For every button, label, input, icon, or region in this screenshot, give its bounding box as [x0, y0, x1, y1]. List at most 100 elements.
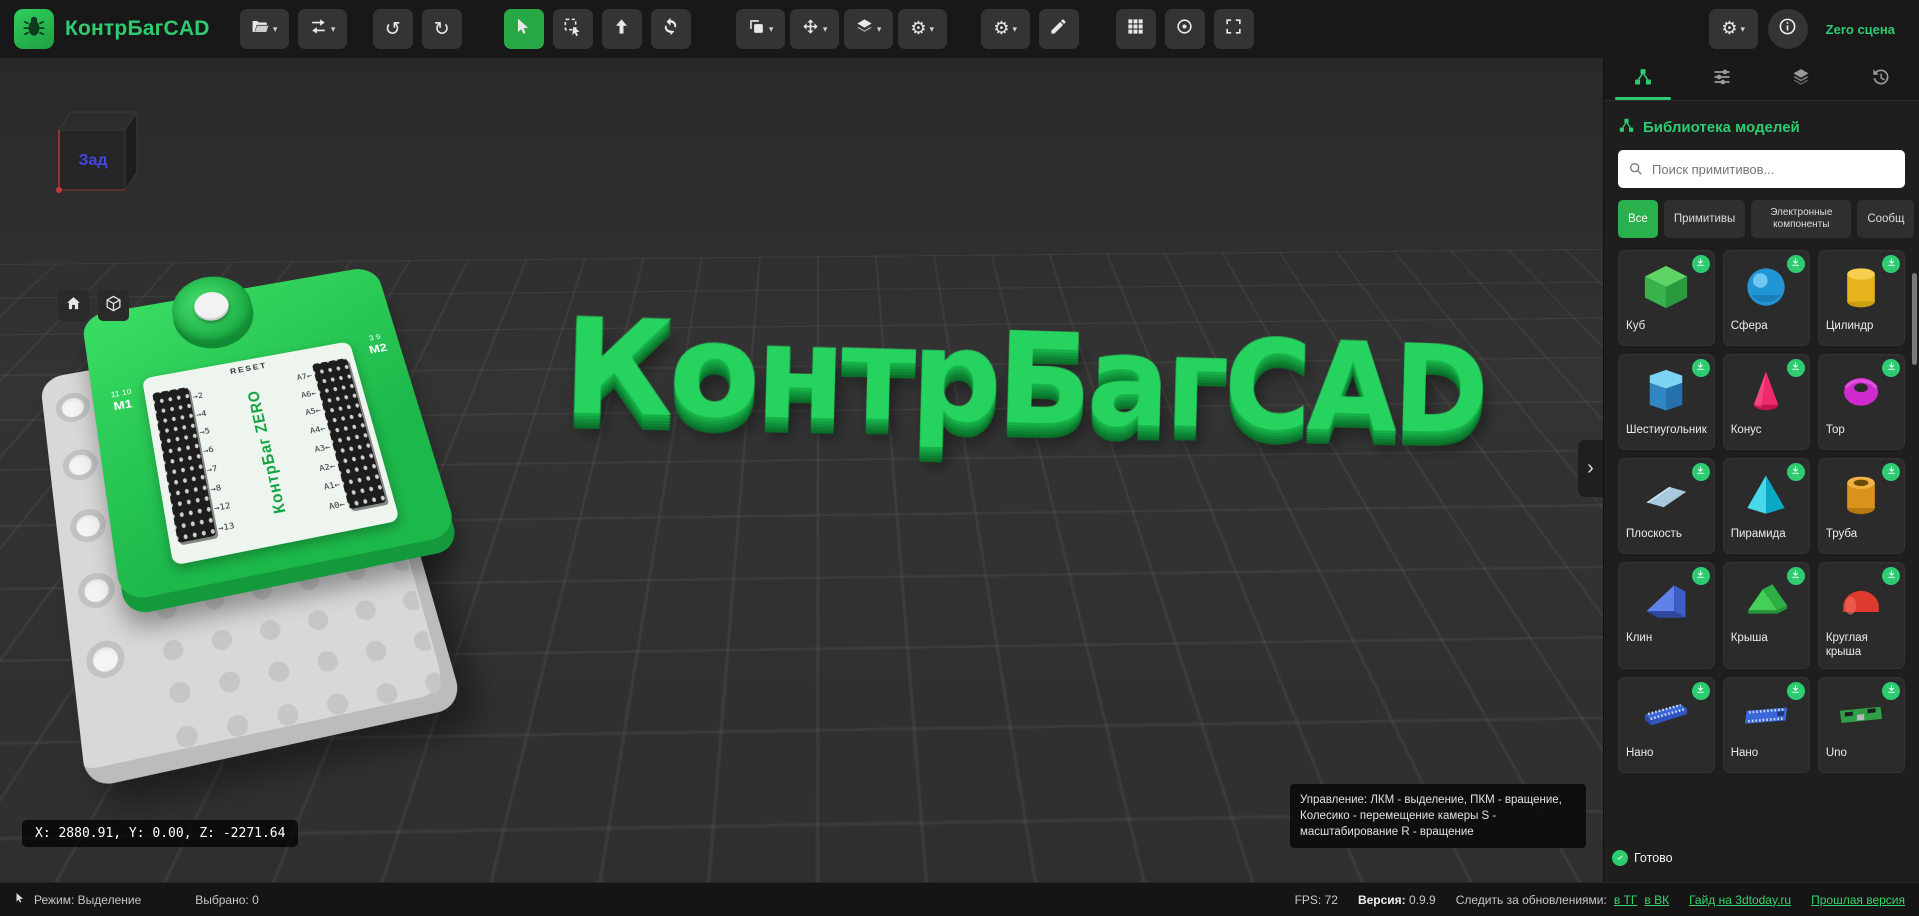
model-card-roof[interactable]: Крыша: [1722, 562, 1810, 669]
navigation-cube[interactable]: Зад: [44, 100, 144, 200]
redo-button[interactable]: ↻: [421, 9, 462, 49]
download-icon: [1695, 255, 1706, 273]
download-badge[interactable]: [1786, 681, 1805, 700]
version-label: Версия:: [1357, 892, 1406, 907]
model-card-cube[interactable]: Куб: [1618, 250, 1715, 346]
vk-link[interactable]: в ВК: [1644, 893, 1669, 907]
filter-electronics[interactable]: Электронные компоненты: [1751, 200, 1852, 238]
raise-tool-button[interactable]: [601, 9, 642, 49]
guide-link[interactable]: Гайд на 3dtoday.ru: [1689, 893, 1791, 907]
download-badge[interactable]: [1691, 359, 1710, 377]
cube-view-button[interactable]: [98, 290, 129, 321]
object-group: ▾ ▾ ▾ ⚙ ▾: [735, 9, 947, 49]
tab-layers[interactable]: [1762, 58, 1841, 100]
model-card-tube[interactable]: Труба: [1817, 458, 1905, 554]
folder-open-icon: [251, 17, 270, 41]
screenshot-button[interactable]: [1213, 9, 1254, 49]
model-card-sphere[interactable]: Сфера: [1722, 250, 1810, 346]
app-title: КонтрБагCAD: [65, 17, 210, 40]
filter-community[interactable]: Сообщ: [1857, 200, 1915, 238]
box-select-tool-button[interactable]: [552, 9, 593, 49]
model-card-cone[interactable]: Конус: [1722, 354, 1810, 450]
model-card-pyramid[interactable]: Пирамида: [1722, 458, 1810, 554]
download-badge[interactable]: [1786, 463, 1805, 481]
arrow-up-icon: [612, 17, 631, 41]
layers-stack-icon: [1791, 67, 1811, 92]
mode-label: Режим: Выделение: [34, 892, 142, 907]
cursor-icon: [514, 17, 533, 41]
download-badge[interactable]: [1786, 567, 1805, 585]
download-badge[interactable]: [1882, 681, 1900, 700]
cube-icon: [105, 295, 122, 317]
undo-button[interactable]: ↺: [372, 9, 413, 49]
bug-icon: [21, 14, 47, 45]
status-right: FPS: 72 Версия: 0.9.9 Следить за обновле…: [1295, 893, 1905, 907]
chevron-down-icon: ▾: [929, 23, 934, 34]
app-settings-button[interactable]: ⚙ ▾: [1708, 9, 1758, 49]
duplicate-icon: [747, 17, 766, 41]
search-box: [1618, 150, 1905, 188]
download-badge[interactable]: [1882, 567, 1900, 585]
duplicate-menu-button[interactable]: ▾: [735, 9, 785, 49]
group-menu-button[interactable]: ▾: [843, 9, 893, 49]
download-badge[interactable]: [1691, 255, 1710, 273]
download-badge[interactable]: [1691, 463, 1710, 481]
model-card-torus[interactable]: Тор: [1817, 354, 1905, 450]
download-badge[interactable]: [1691, 567, 1710, 585]
updates-label: Следить за обновлениями:: [1455, 892, 1607, 907]
download-badge[interactable]: [1882, 463, 1900, 481]
model-card-nano-flat[interactable]: Нано: [1722, 676, 1810, 773]
info-button[interactable]: [1767, 9, 1808, 49]
previous-version-link[interactable]: Прошлая версия: [1811, 893, 1905, 907]
tab-properties[interactable]: [1683, 58, 1762, 100]
import-export-button[interactable]: ▾: [297, 9, 347, 49]
download-badge[interactable]: [1786, 255, 1805, 273]
download-badge[interactable]: [1691, 681, 1710, 700]
open-project-button[interactable]: ▾: [239, 9, 289, 49]
edit-tool-button[interactable]: [1038, 9, 1079, 49]
version-value: 0.9.9: [1409, 892, 1436, 907]
model-card-hexprism[interactable]: Шестиугольник: [1618, 354, 1715, 450]
updates-block: Следить за обновлениями: в ТГ в ВК: [1456, 893, 1669, 907]
library-title: Библиотека моделей: [1643, 119, 1800, 136]
undo-icon: ↺: [384, 17, 401, 40]
home-view-button[interactable]: [58, 290, 89, 321]
download-icon: [1886, 359, 1897, 377]
transform-menu-button[interactable]: ▾: [789, 9, 839, 49]
origin-button[interactable]: [1164, 9, 1205, 49]
nav-cube-face-label[interactable]: Зад: [59, 132, 127, 190]
parts-menu-button[interactable]: ⚙ ▾: [897, 9, 947, 49]
model-card-round-roof[interactable]: Круглая крыша: [1817, 562, 1905, 669]
model-card-wedge[interactable]: Клин: [1618, 562, 1715, 669]
telegram-link[interactable]: в ТГ: [1614, 893, 1638, 907]
settings-menu-button[interactable]: ⚙ ▾: [980, 9, 1030, 49]
model-card-uno[interactable]: Uno: [1817, 676, 1905, 773]
filter-primitives[interactable]: Примитивы: [1663, 200, 1746, 238]
model-card-cylinder[interactable]: Цилиндр: [1817, 250, 1905, 346]
grid-toggle-button[interactable]: [1115, 9, 1156, 49]
mount-hole: [76, 569, 118, 612]
download-badge[interactable]: [1882, 255, 1900, 273]
fps-counter: FPS: 72: [1294, 892, 1338, 907]
model-card-plane[interactable]: Плоскость: [1618, 458, 1715, 554]
view-buttons: [58, 290, 129, 321]
chevron-down-icon: ▾: [876, 23, 882, 34]
download-icon: [1790, 682, 1801, 700]
scene-object-3d-text[interactable]: КонтрБагCAD: [561, 290, 1486, 462]
tab-history[interactable]: [1840, 58, 1919, 100]
tab-model-library[interactable]: [1604, 58, 1683, 100]
rotate-tool-button[interactable]: [650, 9, 691, 49]
viewport-canvas[interactable]: Зад 11 10 M1 3 9 M2 RESET →2 →4 →5 →6 →7…: [0, 58, 1603, 883]
download-badge[interactable]: [1882, 359, 1900, 377]
select-tool-button[interactable]: [503, 9, 544, 49]
model-card-nano[interactable]: Нано: [1618, 676, 1715, 773]
sidebar-scrollbar-thumb[interactable]: [1912, 273, 1917, 365]
controller-knob-button: [191, 289, 232, 324]
filter-all[interactable]: Все: [1618, 200, 1658, 238]
search-input[interactable]: [1618, 150, 1905, 188]
sidebar-collapse-handle[interactable]: ›: [1578, 440, 1603, 497]
filter-chips: Все Примитивы Электронные компоненты Соо…: [1618, 200, 1919, 238]
main-area: Зад 11 10 M1 3 9 M2 RESET →2 →4 →5 →6 →7…: [0, 58, 1919, 883]
download-badge[interactable]: [1786, 359, 1805, 377]
settings-group: ⚙ ▾: [980, 9, 1079, 49]
